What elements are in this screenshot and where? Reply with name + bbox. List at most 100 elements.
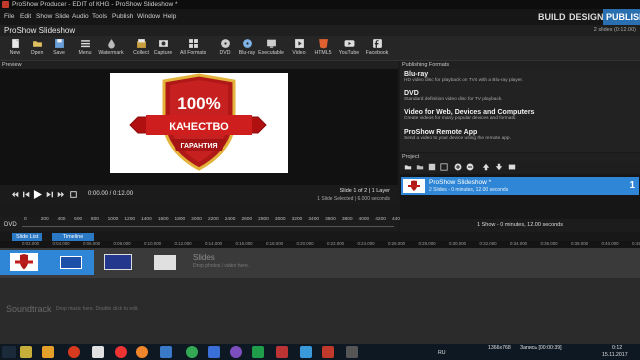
capture-icon (158, 40, 168, 47)
show-index: 1 (629, 180, 635, 191)
start-icon[interactable] (2, 346, 16, 358)
project-show-list: ProShow Slideshow * 2 Slides - 0 minutes… (400, 174, 640, 219)
show-list-item[interactable]: ProShow Slideshow * 2 Slides - 0 minutes… (401, 177, 639, 195)
timeline-tabs: Slide List Timeline (0, 232, 640, 241)
taskbar-window-icon[interactable] (92, 346, 104, 358)
excel-icon[interactable] (252, 346, 264, 358)
watermark-button[interactable]: Watermark (98, 38, 124, 60)
folder-icon (32, 41, 42, 47)
capture-button[interactable]: Capture (150, 38, 176, 60)
skip-start-icon[interactable] (12, 191, 19, 198)
remove-icon[interactable] (466, 163, 474, 171)
tab-slide-list[interactable]: Slide List (12, 233, 43, 241)
timeline-tick: 0:26.000 (388, 241, 406, 246)
language-indicator[interactable]: RU (438, 349, 446, 357)
youtube-button[interactable]: YouTube (336, 38, 362, 60)
publish-bluray-item[interactable]: Blu-ray HD video disc for playback on TV… (404, 71, 523, 83)
next-icon[interactable] (46, 191, 53, 198)
menu-slide[interactable]: Slide (55, 9, 69, 25)
publish-remote-app-item[interactable]: ProShow Remote App Send a video to your … (404, 129, 511, 141)
clock-date[interactable]: 15.11.2017 (602, 351, 628, 359)
proshow-icon[interactable] (322, 346, 334, 358)
opera-icon[interactable] (68, 346, 80, 358)
folder-icon[interactable] (404, 163, 412, 171)
toolbar: New Open Save Menu Watermark Collect Cap… (0, 36, 640, 61)
title-bar: ProShow Producer - EDIT of КНG - ProShow… (0, 0, 640, 9)
menu-button[interactable]: Menu (72, 38, 98, 60)
slide-1[interactable] (0, 250, 48, 275)
chrome-icon[interactable] (186, 346, 198, 358)
skip-end-icon[interactable] (57, 191, 64, 198)
timeline-tick: 0:18.000 (266, 241, 284, 246)
properties-icon[interactable] (440, 163, 448, 171)
ruler-tick: 2200 (208, 217, 219, 222)
save-icon[interactable] (428, 163, 436, 171)
soundtrack-label: Soundtrack (6, 304, 52, 314)
menu-help[interactable]: Help (163, 9, 176, 25)
bluray-button[interactable]: Blu-ray (234, 38, 260, 60)
move-down-icon[interactable] (495, 163, 503, 171)
mode-design[interactable]: DESIGN (569, 9, 604, 25)
playback-bar: 0:00.00 / 0:12.00 Slide 1 of 2 | 1 Layer… (0, 185, 398, 205)
menu-window[interactable]: Window (137, 9, 160, 25)
executable-button[interactable]: Executable (258, 38, 284, 60)
menu-file[interactable]: File (4, 9, 14, 25)
ruler-tick: 400 (57, 217, 66, 222)
timeline-tick: 0:14.000 (205, 241, 223, 246)
tab-timeline[interactable]: Timeline (52, 233, 94, 241)
html5-button[interactable]: HTML5 (310, 38, 336, 60)
menu-icon (80, 40, 90, 48)
video-icon (294, 39, 304, 48)
timeline-tick: 0:22.000 (327, 241, 345, 246)
play-icon[interactable] (33, 190, 42, 199)
slide-2-thumbnail (104, 254, 132, 270)
facebook-button[interactable]: Facebook (364, 38, 390, 60)
show-thumbnail (403, 179, 425, 193)
menu-edit[interactable]: Edit (20, 9, 31, 25)
mode-publish[interactable]: PUBLISH (603, 9, 640, 25)
open-folder-icon[interactable] (416, 163, 424, 171)
taskbar-app-icon-3[interactable] (208, 346, 220, 358)
publish-video-item[interactable]: Video for Web, Devices and Computers Cre… (404, 109, 534, 121)
all-formats-button[interactable]: All Formats (180, 38, 206, 60)
previous-icon[interactable] (23, 191, 30, 198)
slide-transition-1[interactable] (48, 250, 94, 275)
timeline-tick: 0:42.000 (632, 241, 640, 246)
taskbar-app-icon-5[interactable] (300, 346, 312, 358)
show-description: 2 Slides - 0 minutes, 12.00 seconds (429, 187, 509, 193)
firefox-icon[interactable] (136, 346, 148, 358)
slide-2[interactable] (94, 250, 142, 275)
taskbar-app-icon-2[interactable] (160, 346, 172, 358)
project-panel-header: Project (400, 153, 640, 161)
timeline-tick: 0:38.000 (571, 241, 589, 246)
soundtrack-track[interactable]: Soundtrack Drop music here. Double click… (0, 278, 640, 344)
ruler-tick: 2000 (191, 217, 202, 222)
fullscreen-icon[interactable] (70, 191, 77, 198)
file-explorer-icon[interactable] (20, 346, 32, 358)
ruler-tick: 1600 (157, 217, 169, 222)
timeline-tick: 0:28.000 (418, 241, 436, 246)
timeline-tick: 0:12.000 (174, 241, 192, 246)
app-icon (2, 1, 9, 8)
slide-transition-2[interactable] (142, 250, 188, 275)
add-icon[interactable] (454, 163, 462, 171)
taskbar-app-icon-4[interactable] (276, 346, 288, 358)
save-button[interactable]: Save (46, 38, 72, 60)
settings-icon[interactable] (508, 163, 516, 171)
menu-publish[interactable]: Publish (112, 9, 133, 25)
taskbar-app-icon[interactable] (42, 346, 54, 358)
video-button[interactable]: Video (286, 38, 312, 60)
menu-tools[interactable]: Tools (92, 9, 107, 25)
ruler-tick: 800 (90, 217, 99, 222)
taskbar-app-icon-6[interactable] (346, 346, 358, 358)
menu-audio[interactable]: Audio (72, 9, 89, 25)
move-up-icon[interactable] (482, 163, 490, 171)
slides-placeholder-label: Slides (193, 253, 215, 262)
publish-dvd-item[interactable]: DVD Standard definition video disc for T… (404, 90, 503, 102)
yandex-icon[interactable] (115, 346, 127, 358)
menu-show[interactable]: Show (36, 9, 52, 25)
timeline-tick: 0:36.000 (540, 241, 558, 246)
mode-build[interactable]: BUILD (538, 9, 566, 25)
project-header: ProShow Slideshow 2 slides (0:12.00) (0, 25, 640, 36)
viber-icon[interactable] (230, 346, 242, 358)
